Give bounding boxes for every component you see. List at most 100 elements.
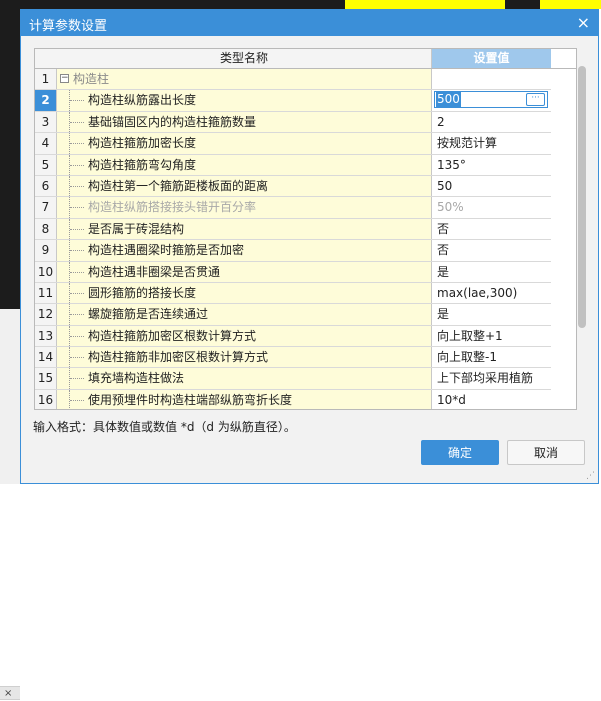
cancel-button[interactable]: 取消 [507, 440, 585, 465]
row-number: 3 [35, 111, 57, 133]
param-name-cell[interactable]: 构造柱纵筋搭接接头错开百分率 [57, 197, 432, 218]
param-name: 构造柱第一个箍筋距楼板面的距离 [88, 178, 269, 193]
param-value-cell[interactable]: max(lae,300) [432, 282, 551, 304]
table-row[interactable]: 3 基础锚固区内的构造柱箍筋数量 2 [35, 111, 551, 134]
param-name-cell[interactable]: 是否属于砖混结构 [57, 218, 432, 240]
param-name: 螺旋箍筋是否连续通过 [88, 307, 209, 322]
collapse-icon[interactable]: − [60, 74, 69, 83]
row-number: 12 [35, 304, 57, 325]
close-icon[interactable]: × [577, 13, 590, 32]
table-row[interactable]: 10 构造柱遇非圈梁是否贯通 是 [35, 261, 551, 283]
value-editor-text[interactable]: 500 [436, 92, 461, 108]
param-value-cell[interactable]: 是 [432, 261, 551, 282]
background-app-strip [0, 0, 601, 9]
table-row[interactable]: 12 螺旋箍筋是否连续通过 是 [35, 304, 551, 326]
param-value-cell[interactable]: 135° [432, 154, 551, 175]
param-value-cell[interactable]: 50% [432, 197, 551, 218]
param-name: 构造柱遇非圈梁是否贯通 [88, 264, 221, 279]
row-number: 2 [35, 90, 57, 111]
param-name-cell[interactable]: 使用预埋件时构造柱端部纵筋弯折长度 [57, 389, 432, 409]
param-value-cell[interactable]: 2 [432, 111, 551, 133]
param-name: 构造柱箍筋加密长度 [88, 136, 197, 151]
table-row[interactable]: 5 构造柱箍筋弯勾角度 135° [35, 154, 551, 176]
param-name-cell[interactable]: 构造柱第一个箍筋距楼板面的距离 [57, 175, 432, 197]
ellipsis-button[interactable]: ··· [526, 93, 545, 107]
row-number: 8 [35, 218, 57, 240]
table-row[interactable]: 9 构造柱遇圈梁时箍筋是否加密 否 [35, 240, 551, 262]
param-name-cell[interactable]: 填充墙构造柱做法 [57, 368, 432, 389]
row-number: 10 [35, 261, 57, 282]
row-number: 1 [35, 69, 57, 90]
param-value-cell[interactable]: 向上取整+1 [432, 325, 551, 347]
resize-grip-icon[interactable]: ⋰ [586, 471, 595, 481]
tree-guide-tick [70, 314, 84, 316]
params-grid: 类型名称 设置值 1− 构造柱 2 构造柱纵筋露出长度 500 ··· 3 基础锚固区内的构造… [34, 48, 577, 410]
param-name: 基础锚固区内的构造柱箍筋数量 [88, 114, 257, 129]
header-row-number [35, 49, 58, 68]
param-name-cell[interactable]: 构造柱箍筋加密区根数计算方式 [57, 325, 432, 347]
table-row[interactable]: 14 构造柱箍筋非加密区根数计算方式 向上取整-1 [35, 347, 551, 369]
grid-header: 类型名称 设置值 [35, 49, 576, 69]
param-value-cell[interactable]: 否 [432, 240, 551, 261]
param-name-cell[interactable]: 构造柱箍筋加密长度 [57, 133, 432, 154]
param-name-cell[interactable]: 构造柱遇非圈梁是否贯通 [57, 261, 432, 282]
table-row[interactable]: 7 构造柱纵筋搭接接头错开百分率 50% [35, 197, 551, 219]
tree-guide-tick [70, 335, 84, 337]
param-name-cell[interactable]: 构造柱箍筋非加密区根数计算方式 [57, 347, 432, 368]
table-row[interactable]: 4 构造柱箍筋加密长度 按规范计算 [35, 133, 551, 155]
table-row[interactable]: 13 构造柱箍筋加密区根数计算方式 向上取整+1 [35, 325, 551, 348]
background-yellow-block [345, 0, 505, 9]
grid-rows: 1− 构造柱 2 构造柱纵筋露出长度 500 ··· 3 基础锚固区内的构造柱箍筋数量 2 4 构造… [35, 69, 551, 409]
param-name-cell[interactable]: 构造柱遇圈梁时箍筋是否加密 [57, 240, 432, 261]
param-name: 构造柱箍筋加密区根数计算方式 [88, 328, 257, 343]
param-value-cell[interactable]: 10*d [432, 389, 551, 409]
param-value-cell[interactable]: 50 [432, 175, 551, 197]
ok-button[interactable]: 确定 [421, 440, 499, 465]
param-value: 是 [437, 264, 450, 279]
param-value: 50% [437, 200, 464, 215]
value-editor-input[interactable]: 500 ··· [434, 91, 548, 109]
table-row[interactable]: 16 使用预埋件时构造柱端部纵筋弯折长度 10*d [35, 389, 551, 409]
tree-guide-tick [70, 250, 84, 252]
table-row[interactable]: 1− 构造柱 [35, 69, 551, 91]
row-number: 13 [35, 325, 57, 347]
param-name-cell[interactable]: 基础锚固区内的构造柱箍筋数量 [57, 111, 432, 133]
param-name: 构造柱纵筋搭接接头错开百分率 [88, 200, 257, 215]
vertical-scrollbar[interactable] [578, 66, 586, 328]
param-name-cell[interactable]: 圆形箍筋的搭接长度 [57, 282, 432, 304]
param-name: 构造柱箍筋非加密区根数计算方式 [88, 350, 269, 365]
param-value-cell[interactable] [432, 69, 551, 90]
param-name-cell[interactable]: 构造柱箍筋弯勾角度 [57, 154, 432, 175]
param-value-cell[interactable]: 上下部均采用植筋 [432, 368, 551, 389]
param-name: 构造柱箍筋弯勾角度 [88, 157, 197, 172]
table-row[interactable]: 11 圆形箍筋的搭接长度 max(lae,300) [35, 282, 551, 305]
param-value: 2 [437, 114, 445, 129]
tree-guide-tick [70, 143, 84, 145]
dialog-titlebar[interactable]: 计算参数设置 × [21, 10, 598, 36]
param-name-cell[interactable]: − 构造柱 [57, 69, 432, 90]
table-row[interactable]: 6 构造柱第一个箍筋距楼板面的距离 50 [35, 175, 551, 198]
header-type-name[interactable]: 类型名称 [57, 49, 432, 68]
table-row[interactable]: 2 构造柱纵筋露出长度 500 ··· [35, 90, 551, 112]
param-value-cell[interactable]: 按规范计算 [432, 133, 551, 154]
param-value-cell[interactable]: 向上取整-1 [432, 347, 551, 368]
param-value: 按规范计算 [437, 136, 498, 151]
tree-guide-tick [70, 357, 84, 359]
param-value-cell[interactable]: 否 [432, 218, 551, 240]
param-name-cell[interactable]: 螺旋箍筋是否连续通过 [57, 304, 432, 325]
param-value-cell[interactable]: 是 [432, 304, 551, 325]
table-row[interactable]: 8 是否属于砖混结构 否 [35, 218, 551, 241]
row-number: 16 [35, 389, 57, 409]
row-number: 4 [35, 133, 57, 154]
row-number: 6 [35, 175, 57, 197]
tree-guide-tick [70, 399, 84, 401]
background-left-panel: × [0, 9, 20, 700]
param-name-cell[interactable]: 构造柱纵筋露出长度 [57, 90, 432, 111]
param-name: 是否属于砖混结构 [88, 221, 185, 236]
background-tab-close[interactable]: × [0, 686, 20, 700]
tree-guide-tick [70, 378, 84, 380]
table-row[interactable]: 15 填充墙构造柱做法 上下部均采用植筋 [35, 368, 551, 390]
header-setting-value[interactable]: 设置值 [432, 49, 551, 68]
row-number: 14 [35, 347, 57, 368]
param-value-cell[interactable]: 500 ··· [432, 90, 551, 111]
